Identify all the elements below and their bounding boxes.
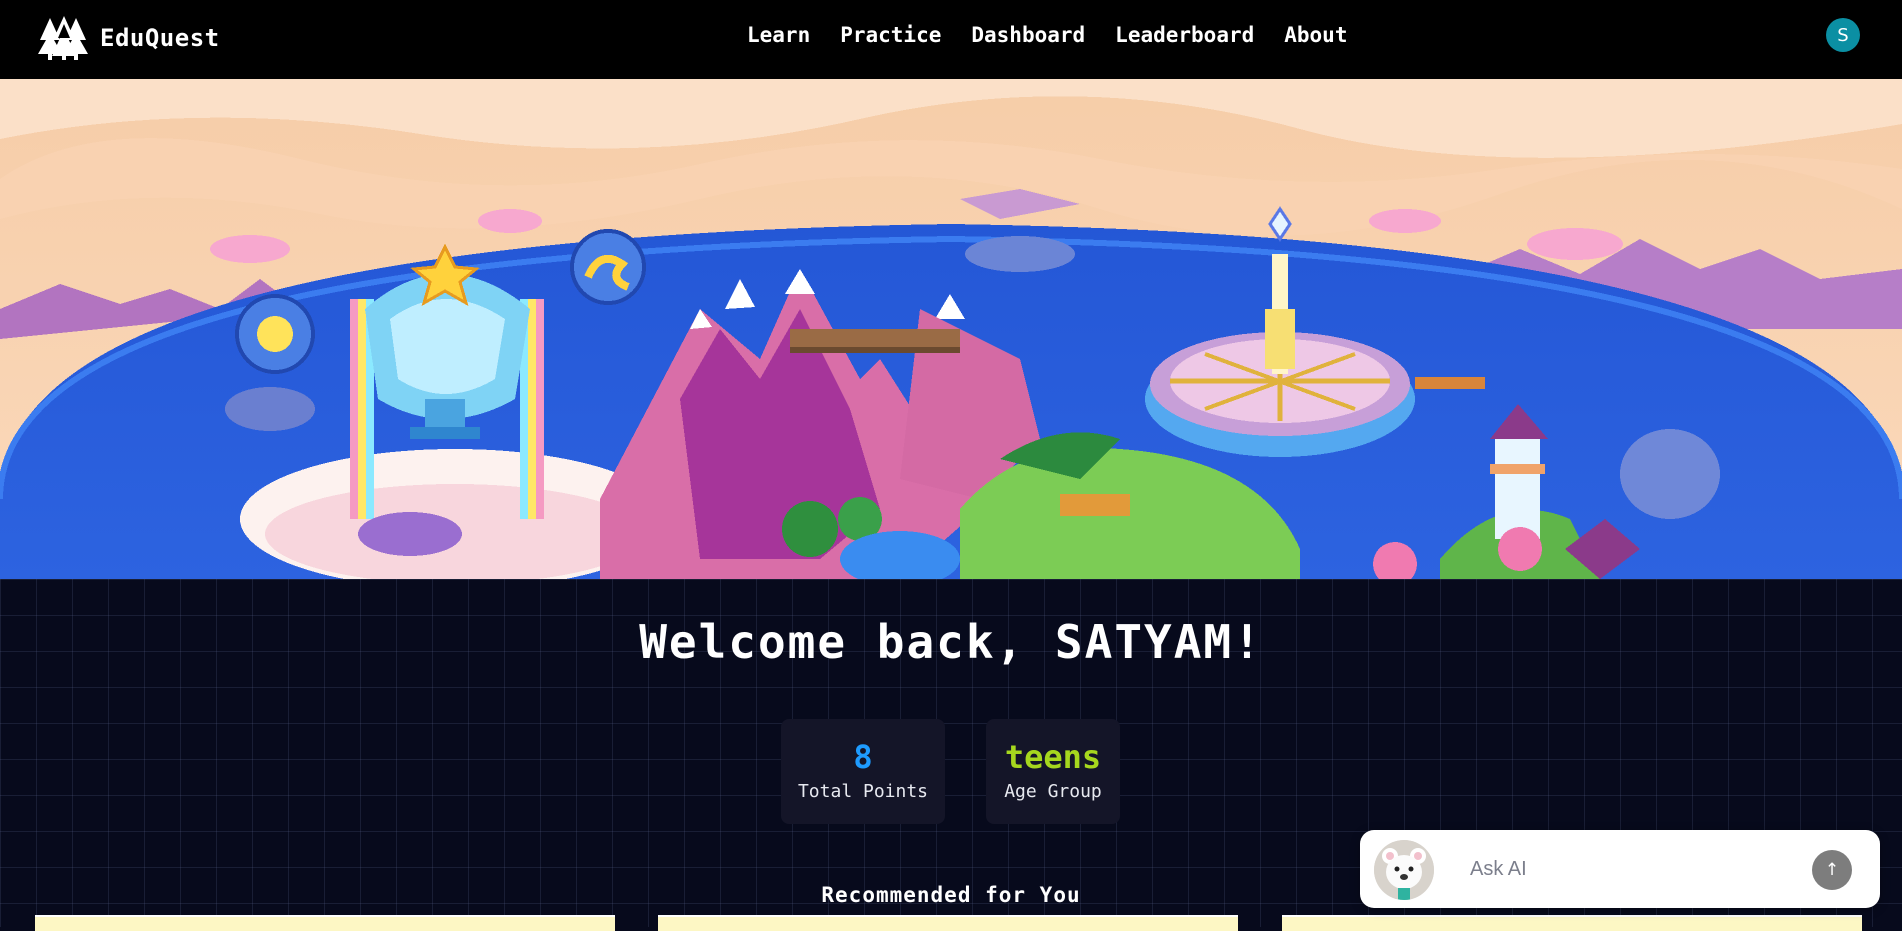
recommended-card[interactable]	[35, 915, 615, 931]
total-points-label: Total Points	[797, 781, 929, 802]
total-points-card: 8 Total Points	[781, 719, 945, 824]
nav-link-learn[interactable]: Learn	[747, 23, 810, 47]
ask-ai-input[interactable]	[1468, 848, 1772, 890]
nav-link-practice[interactable]: Practice	[840, 23, 941, 47]
brand-logo[interactable]: EduQuest	[38, 16, 220, 60]
age-group-label: Age Group	[1004, 781, 1102, 802]
nav-link-about[interactable]: About	[1284, 23, 1347, 47]
welcome-heading: Welcome back, SATYAM!	[639, 615, 1263, 669]
arrow-up-icon: ↑	[1824, 860, 1840, 880]
top-navbar: EduQuest Learn Practice Dashboard Leader…	[0, 0, 1902, 79]
ask-ai-send-button[interactable]: ↑	[1812, 850, 1852, 890]
pine-trees-icon	[38, 16, 88, 60]
age-group-value: teens	[1004, 738, 1102, 776]
bear-mascot-icon	[1374, 840, 1434, 900]
age-group-card: teens Age Group	[986, 719, 1120, 824]
nav-link-leaderboard[interactable]: Leaderboard	[1115, 23, 1254, 47]
nav-links: Learn Practice Dashboard Leaderboard Abo…	[747, 23, 1347, 47]
ask-ai-widget: ↑	[1360, 830, 1880, 908]
pixel-world-illustration	[0, 79, 1902, 579]
recommended-card[interactable]	[658, 915, 1238, 931]
nav-link-dashboard[interactable]: Dashboard	[971, 23, 1085, 47]
user-avatar[interactable]: S	[1826, 18, 1860, 52]
total-points-value: 8	[853, 738, 873, 776]
brand-name: EduQuest	[100, 24, 220, 52]
hero-banner	[0, 79, 1902, 579]
recommended-card[interactable]	[1282, 915, 1862, 931]
